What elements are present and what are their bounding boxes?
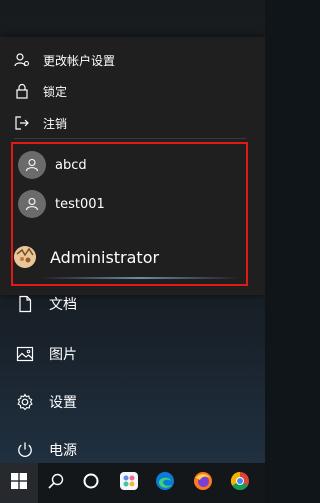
windows-start-icon [11,473,27,493]
user-avatar-icon [18,151,46,179]
taskbar [0,463,265,503]
app-icon [119,471,139,495]
user-item-test001[interactable]: test001 [12,186,248,222]
sign-out-icon [14,115,30,131]
documents-item[interactable]: 文档 [0,286,265,322]
firefox-button[interactable] [185,463,221,503]
cortana-icon [82,472,100,494]
change-account-settings-label: 更改帐户设置 [43,53,116,68]
change-account-settings-item[interactable]: 更改帐户设置 [0,45,265,75]
lock-item[interactable]: 锁定 [0,76,265,106]
power-label: 电源 [49,443,77,459]
lock-label: 锁定 [43,84,68,99]
pictures-label: 图片 [49,347,77,363]
user-avatar-icon [18,190,46,218]
edge-icon [155,471,175,495]
user-name: abcd [55,157,87,173]
sign-out-label: 注销 [43,116,68,131]
gear-icon [16,393,34,411]
documents-label: 文档 [49,297,77,313]
document-icon [16,295,34,313]
settings-label: 设置 [49,395,77,411]
sign-out-item[interactable]: 注销 [0,108,265,138]
lock-icon [14,83,30,99]
account-settings-icon [14,52,30,68]
user-name: test001 [55,196,105,212]
start-menu: 更改帐户设置 锁定 注销 abcd test001 Administrator … [0,0,265,463]
edge-button[interactable] [147,463,183,503]
search-button[interactable] [38,463,74,503]
cortana-button[interactable] [73,463,109,503]
search-icon [47,472,65,494]
firefox-icon [193,471,213,495]
start-button[interactable] [0,463,38,503]
screen: 更改帐户设置 锁定 注销 abcd test001 Administrator … [0,0,265,503]
chrome-icon [230,471,250,495]
user-item-abcd[interactable]: abcd [12,147,248,183]
admin-avatar-icon [14,246,36,268]
app-button[interactable] [111,463,147,503]
chrome-button[interactable] [222,463,258,503]
current-user-name: Administrator [50,247,160,267]
selection-glow [40,277,240,279]
pictures-item[interactable]: 图片 [0,336,265,372]
power-icon [16,441,34,459]
settings-item[interactable]: 设置 [0,384,265,420]
flyout-divider [14,138,246,139]
current-user-button[interactable]: Administrator [12,237,248,277]
picture-icon [16,345,34,363]
